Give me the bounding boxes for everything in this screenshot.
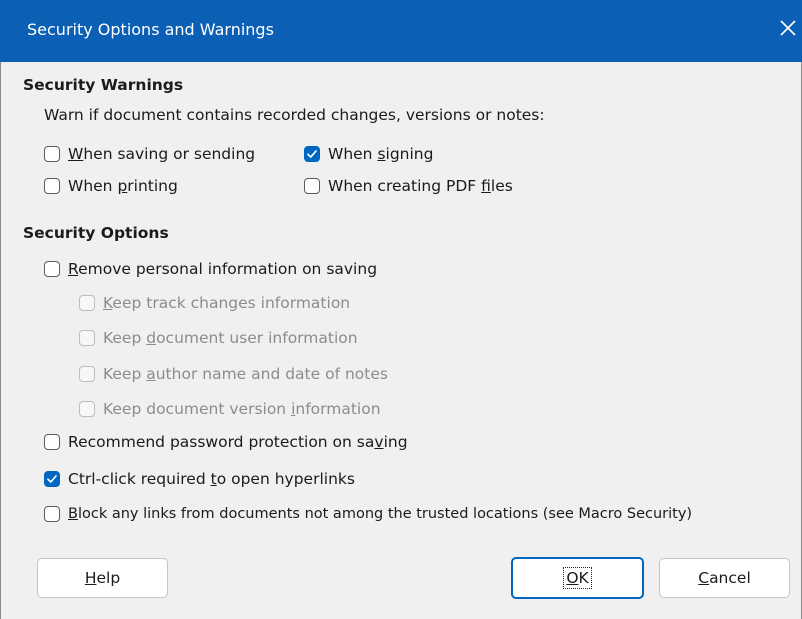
when-saving-checkbox[interactable]: When saving or sending [44, 143, 255, 165]
checkbox-box[interactable] [44, 146, 60, 162]
keep-author-name-label: Keep author name and date of notes [103, 365, 388, 383]
checkbox-box[interactable] [44, 506, 60, 522]
when-creating-pdf-checkbox[interactable]: When creating PDF files [304, 175, 513, 197]
cancel-button[interactable]: Cancel [659, 558, 790, 598]
checkbox-box [79, 330, 95, 346]
keep-document-user-label: Keep document user information [103, 329, 358, 347]
checkbox-box[interactable] [44, 261, 60, 277]
block-links-checkbox[interactable]: Block any links from documents not among… [44, 503, 692, 525]
dialog-body: Security Warnings Warn if document conta… [0, 62, 802, 619]
when-creating-pdf-label: When creating PDF files [328, 177, 513, 195]
keep-track-changes-checkbox: Keep track changes information [79, 292, 350, 314]
block-links-label: Block any links from documents not among… [68, 506, 693, 522]
when-signing-label: When signing [328, 145, 434, 163]
when-saving-label: When saving or sending [68, 145, 256, 163]
close-icon[interactable] [777, 17, 799, 39]
keep-document-user-checkbox: Keep document user information [79, 327, 358, 349]
checkbox-box[interactable] [304, 178, 320, 194]
keep-author-name-checkbox: Keep author name and date of notes [79, 363, 388, 385]
title-bar: Security Options and Warnings [0, 0, 802, 62]
checkbox-box[interactable] [44, 178, 60, 194]
checkbox-box[interactable] [44, 434, 60, 450]
ok-button[interactable]: OK [511, 557, 644, 599]
security-options-heading: Security Options [23, 224, 169, 242]
remove-personal-info-label: Remove personal information on saving [68, 260, 378, 278]
when-signing-checkbox[interactable]: When signing [304, 143, 433, 165]
ok-button-label: OK [563, 567, 592, 589]
ctrl-click-label: Ctrl-click required to open hyperlinks [68, 470, 355, 488]
checkmark-icon[interactable] [304, 146, 320, 162]
security-warnings-heading: Security Warnings [23, 76, 184, 94]
help-button[interactable]: Help [37, 558, 168, 598]
checkbox-box [79, 366, 95, 382]
ctrl-click-checkbox[interactable]: Ctrl-click required to open hyperlinks [44, 468, 355, 490]
keep-version-info-label: Keep document version information [103, 400, 381, 418]
dialog-title: Security Options and Warnings [27, 20, 274, 39]
keep-track-changes-label: Keep track changes information [103, 294, 351, 312]
keep-version-info-checkbox: Keep document version information [79, 398, 381, 420]
checkbox-box [79, 401, 95, 417]
cancel-button-label: Cancel [698, 569, 751, 587]
recommend-password-checkbox[interactable]: Recommend password protection on saving [44, 431, 408, 453]
checkmark-icon[interactable] [44, 471, 60, 487]
recommend-password-label: Recommend password protection on saving [68, 433, 408, 451]
when-printing-checkbox[interactable]: When printing [44, 175, 178, 197]
when-printing-label: When printing [68, 177, 178, 195]
help-button-label: Help [84, 569, 121, 587]
checkbox-box [79, 295, 95, 311]
remove-personal-info-checkbox[interactable]: Remove personal information on saving [44, 258, 377, 280]
warn-intro-text: Warn if document contains recorded chang… [44, 106, 545, 124]
